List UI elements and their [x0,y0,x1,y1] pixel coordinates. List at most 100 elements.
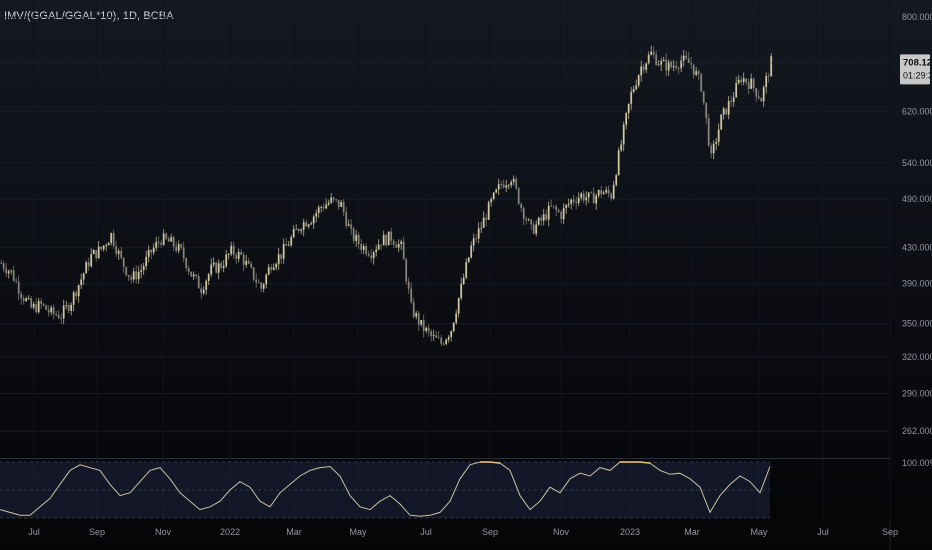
candle-body [517,188,520,204]
candle-body [467,257,470,263]
candle-body [472,238,475,246]
candle-body [382,234,385,246]
candle-body [712,143,715,154]
candle-body [677,68,680,70]
candle-body [667,61,670,71]
candle-body [447,336,450,340]
candle-body [60,318,63,320]
candle-body [330,197,333,203]
candle-body [300,229,303,231]
candle-body [52,307,55,314]
candle-body [515,178,518,189]
candle-body [707,118,710,146]
candle-body [627,103,630,113]
candle-body [10,270,13,272]
candle-body [390,231,393,241]
candle-body [7,271,10,274]
candle-body [512,178,515,182]
candle-body [645,63,648,70]
candle-body [700,74,703,92]
price-tick-label: 262.000 [902,426,932,436]
candle-body [540,217,543,221]
candle-body [345,212,348,226]
candle-body [2,263,5,269]
candle-body [457,298,460,314]
candle-body [97,246,100,259]
candle-body [150,249,153,253]
candle-body [130,276,133,280]
candle-body [480,227,483,229]
candle-body [420,320,423,325]
time-tick-label: May [349,527,367,537]
candle-body [762,87,765,102]
candle-body [292,229,295,238]
candle-body [170,237,173,242]
candle-body [637,75,640,86]
candle-body [72,292,75,305]
candle-body [662,59,665,61]
candle-body [132,271,135,280]
candle-body [305,222,308,227]
candle-body [442,343,445,345]
last-price-tag: 708.121 01:29:39 [0,54,932,85]
candle-body [605,189,608,193]
candle-body [750,78,753,89]
candle-body [702,91,705,103]
candle-body [190,271,193,277]
candle-body [492,192,495,200]
candle-body [580,193,583,198]
candle-body [722,108,725,115]
candle-body [595,195,598,204]
candle-body [17,281,20,294]
candle-body [75,292,78,297]
candle-body [445,339,448,345]
candle-body [232,245,235,255]
candle-body [165,233,168,239]
candle-body [592,192,595,204]
bar-countdown: 01:29:39 [903,70,932,80]
candle-body [57,314,60,319]
candle-body [35,303,38,313]
candle-body [377,244,380,250]
candle-body [370,255,373,259]
candle-series [0,45,773,347]
candle-body [397,243,400,248]
candle-body [30,298,33,308]
candle-body [622,124,625,145]
time-tick-label: Sep [882,527,898,537]
candle-body [5,268,8,274]
candle-body [427,327,430,332]
candle-body [360,244,363,250]
candle-body [487,202,490,220]
candle-body [557,210,560,212]
candle-body [685,55,688,59]
candle-body [12,270,15,281]
candle-body [497,184,500,190]
candle-body [610,193,613,199]
candle-body [415,313,418,317]
candle-body [697,71,700,75]
candle-body [317,207,320,213]
time-tick-label: Nov [553,527,570,537]
candle-body [90,254,93,267]
chart-container: IMV/(GGAL/GGAL*10), 1D, BCBA 100.00% 800… [0,0,932,550]
candle-body [385,234,388,246]
candle-body [297,229,300,231]
candle-body [22,298,25,301]
candle-body [135,271,138,280]
candle-body [387,231,390,246]
candle-body [510,181,513,186]
candle-body [340,202,343,207]
time-tick-label: Jul [817,527,829,537]
candle-body [642,66,645,70]
candle-body [495,189,498,193]
candle-body [197,276,200,289]
candle-body [550,205,553,207]
candle-body [752,78,755,89]
candle-body [475,238,478,240]
candle-body [215,262,218,273]
chart-canvas[interactable]: 100.00% 800.000 620.000 540.000 490.000 430.… [0,0,932,550]
candle-body [682,55,685,61]
candle-body [460,283,463,299]
candle-body [435,335,438,338]
